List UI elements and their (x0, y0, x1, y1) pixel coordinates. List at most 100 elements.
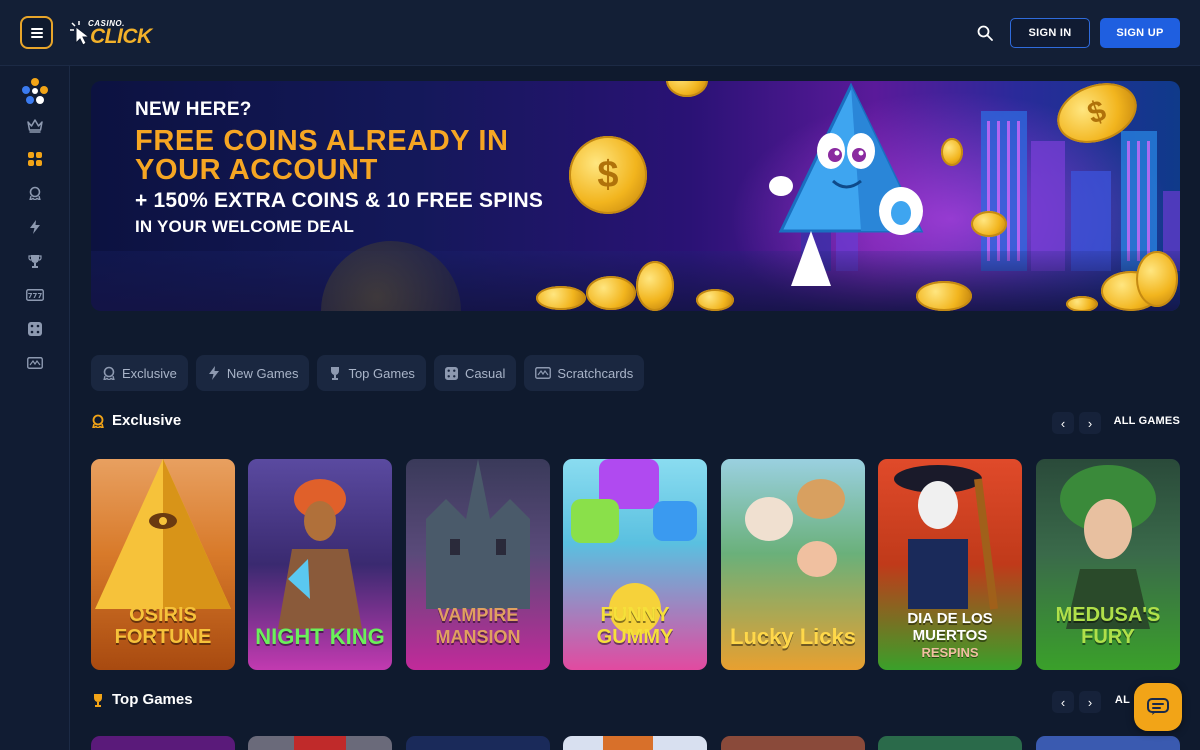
lightning-icon (207, 366, 221, 380)
game-card[interactable] (878, 736, 1022, 750)
exclusive-icon (92, 414, 104, 428)
section-header-top-games: Top Games ‹ › AL (91, 691, 1180, 715)
scratchcard-icon (27, 357, 43, 369)
sidebar-item-all-games[interactable] (22, 146, 48, 172)
game-title: FUNNY GUMMY (596, 604, 674, 648)
tab-top-games[interactable]: Top Games (317, 355, 426, 391)
game-card[interactable]: VAMPIRE MANSION (406, 459, 550, 670)
game-art (294, 736, 346, 750)
banner-text: NEW HERE? FREE COINS ALREADY IN YOUR ACC… (135, 99, 575, 237)
banner-line-1: NEW HERE? (135, 99, 252, 120)
trophy-icon (328, 366, 342, 380)
chevron-left-icon: ‹ (1060, 694, 1066, 710)
exclusive-games-row: OSIRIS FORTUNE NIGHT KING VAMPIRE MANSIO… (91, 459, 1180, 671)
game-title: NIGHT KING (255, 624, 385, 649)
banner-line-3: + 150% EXTRA COINS & 10 FREE SPINS (135, 189, 544, 212)
search-button[interactable] (971, 20, 999, 46)
menu-button[interactable] (20, 16, 53, 49)
game-title: Lucky Licks (730, 624, 856, 649)
coin-image (1066, 296, 1098, 311)
coin-image (1136, 251, 1178, 307)
dice-icon (28, 322, 42, 336)
logo[interactable]: CASINO. CLICK (70, 19, 160, 49)
coin-image (696, 289, 734, 311)
tab-label: New Games (226, 365, 299, 381)
promo-banner[interactable]: $ $ NEW HERE? FREE COINS ALREADY IN YOUR… (91, 81, 1180, 311)
chevron-right-icon: › (1087, 415, 1093, 431)
tab-label: Top Games (348, 365, 415, 381)
trophy-icon (28, 255, 42, 268)
chevron-right-icon: › (1087, 694, 1093, 710)
sidebar: 777 (0, 66, 70, 750)
lightning-icon (30, 220, 40, 234)
coin-image (941, 138, 963, 166)
prev-button[interactable]: ‹ (1052, 691, 1074, 713)
tab-scratchcards[interactable]: Scratchcards (524, 355, 645, 391)
tab-label: Exclusive (122, 365, 177, 381)
section-title: Top Games (91, 691, 193, 708)
coin-image (586, 276, 636, 310)
chevron-left-icon: ‹ (1060, 415, 1066, 431)
exclusive-icon (102, 366, 116, 380)
game-card[interactable] (563, 736, 707, 750)
tab-label: Casual (464, 365, 506, 381)
section-title-text: Exclusive (112, 412, 182, 429)
game-card[interactable]: DIA DE LOS MUERTOS RESPINS (878, 459, 1022, 670)
game-card[interactable] (721, 736, 865, 750)
game-card[interactable] (1036, 736, 1180, 750)
coin-image: $ (569, 136, 647, 214)
sign-in-button[interactable]: SIGN IN (1010, 18, 1090, 48)
all-games-link[interactable]: AL (1115, 694, 1130, 706)
coin-image (636, 261, 674, 311)
sidebar-item-community[interactable] (20, 76, 50, 106)
sidebar-item-slots[interactable]: 777 (22, 282, 48, 308)
search-icon (977, 25, 993, 41)
people-icon (22, 78, 48, 104)
game-card[interactable] (91, 736, 235, 750)
sidebar-item-casual[interactable] (22, 316, 48, 342)
crown-icon (27, 119, 43, 133)
sidebar-item-exclusive[interactable] (22, 180, 48, 206)
tab-new-games[interactable]: New Games (195, 355, 310, 391)
tab-exclusive[interactable]: Exclusive (91, 355, 188, 391)
sidebar-item-top[interactable] (22, 248, 48, 274)
sidebar-item-vip[interactable] (22, 113, 48, 139)
chat-icon (1147, 698, 1169, 715)
grid-icon (28, 152, 42, 166)
section-header-exclusive: Exclusive ‹ › ALL GAMES (91, 412, 1180, 436)
next-button[interactable]: › (1079, 412, 1101, 434)
tab-casual[interactable]: Casual (433, 355, 517, 391)
all-games-link[interactable]: ALL GAMES (1114, 415, 1180, 427)
game-title: VAMPIRE MANSION (435, 605, 521, 647)
chat-support-button[interactable] (1134, 683, 1182, 731)
game-card[interactable]: Lucky Licks (721, 459, 865, 670)
sidebar-item-scratchcards[interactable] (22, 350, 48, 376)
trophy-icon (94, 693, 102, 707)
coin-image (916, 281, 972, 311)
game-card[interactable] (248, 736, 392, 750)
coin-image (666, 81, 708, 97)
game-card[interactable]: OSIRIS FORTUNE (91, 459, 235, 670)
game-card[interactable]: NIGHT KING (248, 459, 392, 670)
sign-up-button[interactable]: SIGN UP (1100, 18, 1180, 48)
game-card[interactable]: FUNNY GUMMY (563, 459, 707, 670)
dice-icon (445, 366, 459, 380)
coin-image (971, 211, 1007, 237)
coin-image (536, 286, 586, 310)
prev-button[interactable]: ‹ (1052, 412, 1074, 434)
mascot-arrow-image (769, 82, 924, 286)
game-title: OSIRIS FORTUNE (114, 604, 212, 648)
sidebar-item-new[interactable] (22, 214, 48, 240)
logo-big-text: CLICK (90, 25, 152, 48)
game-subtitle: RESPINS (921, 645, 979, 660)
game-card[interactable]: MEDUSA'S FURY (1036, 459, 1180, 670)
svg-text:777: 777 (28, 292, 43, 300)
category-tabs: Exclusive New Games Top Games Casual Scr… (91, 355, 645, 391)
game-title: MEDUSA'S FURY (1055, 604, 1161, 648)
banner-line-4: IN YOUR WELCOME DEAL (135, 217, 355, 236)
top-bar: CASINO. CLICK SIGN IN SIGN UP (0, 0, 1200, 66)
next-button[interactable]: › (1079, 691, 1101, 713)
game-card[interactable] (406, 736, 550, 750)
slot-777-icon: 777 (26, 289, 44, 301)
section-title-text: Top Games (112, 691, 193, 708)
